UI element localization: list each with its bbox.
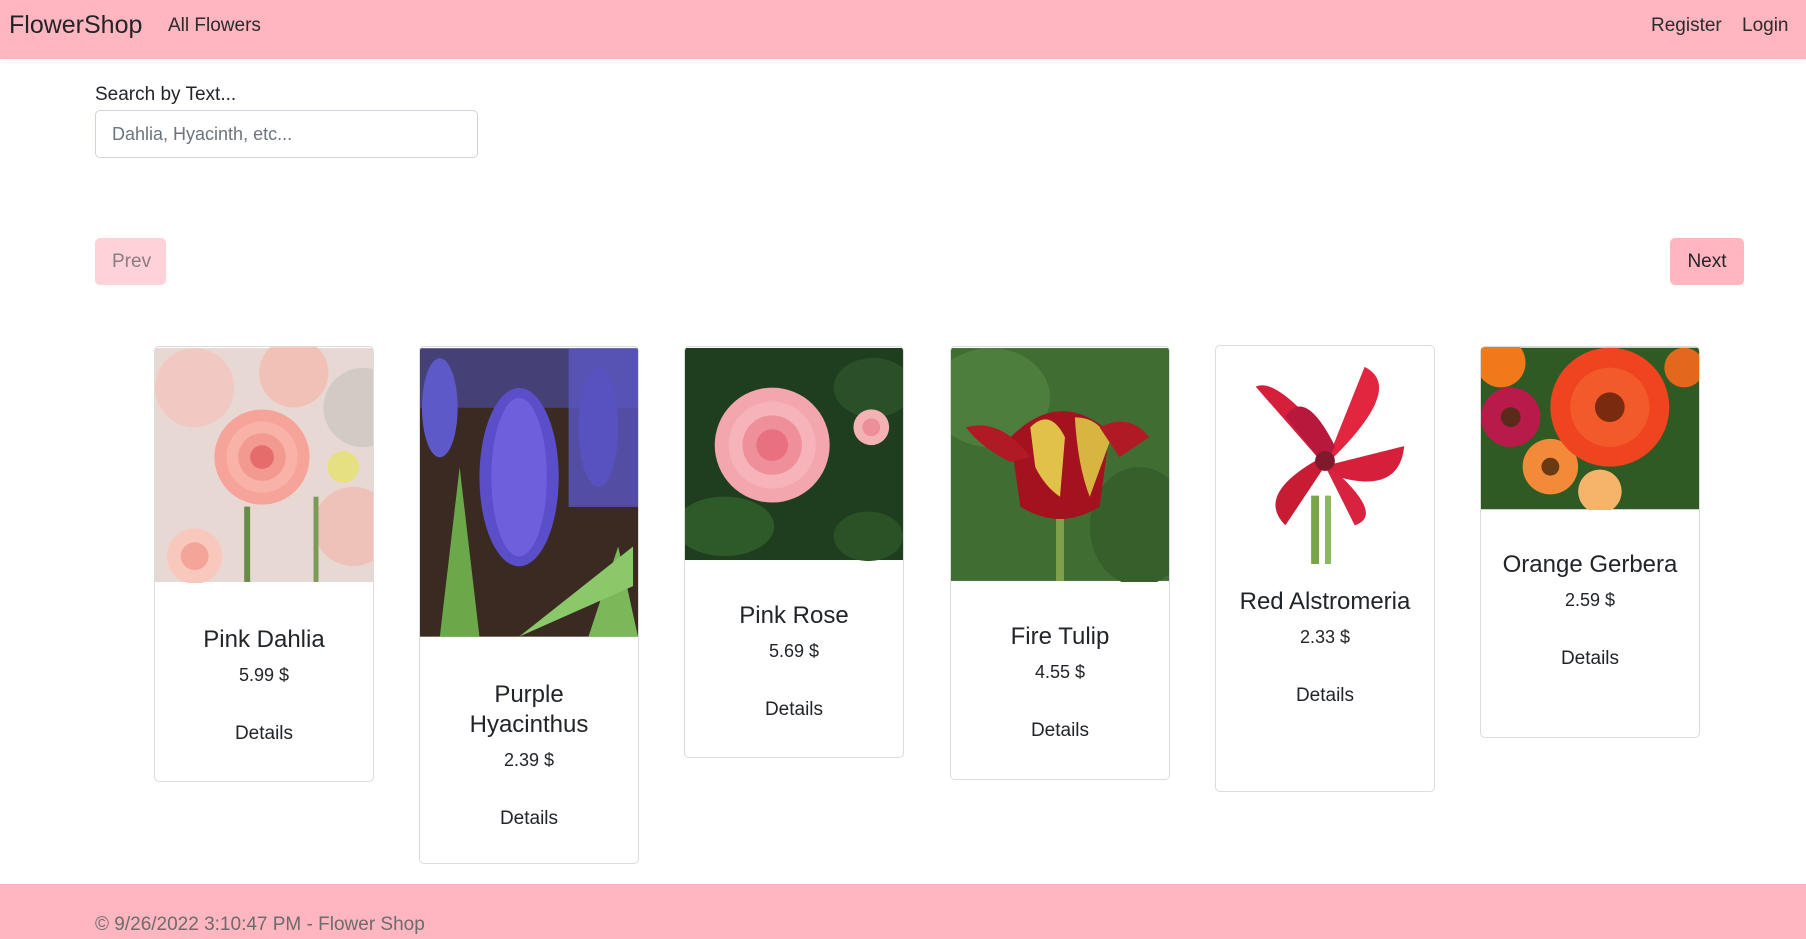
nav-all-flowers[interactable]: All Flowers (168, 15, 261, 37)
pink-rose-image (685, 347, 903, 561)
flower-card: Orange Gerbera 2.59 $ Details (1480, 346, 1700, 738)
details-link[interactable]: Details (1481, 648, 1699, 670)
nav-login[interactable]: Login (1742, 15, 1789, 37)
flower-card: Pink Dahlia 5.99 $ Details (154, 346, 374, 782)
nav-register[interactable]: Register (1651, 15, 1722, 37)
next-button[interactable]: Next (1670, 238, 1744, 285)
purple-hyacinth-image (420, 348, 638, 637)
flower-name: Red Alstromeria (1239, 588, 1411, 615)
search-input[interactable] (95, 110, 478, 158)
details-link[interactable]: Details (951, 720, 1169, 742)
brand-link[interactable]: FlowerShop (9, 11, 142, 40)
pink-dahlia-image (155, 347, 373, 583)
top-navbar: FlowerShop All Flowers Register Login (0, 0, 1806, 59)
orange-gerbera-image (1481, 347, 1699, 510)
flower-card: Fire Tulip 4.55 $ Details (950, 346, 1170, 780)
flower-price: 2.33 $ (1299, 627, 1351, 647)
fire-tulip-image (951, 348, 1169, 582)
flower-price: 2.59 $ (1564, 590, 1616, 610)
details-link[interactable]: Details (1216, 685, 1434, 707)
flower-card: Red Alstromeria 2.33 $ Details (1215, 345, 1435, 792)
flower-price: 2.39 $ (503, 750, 555, 770)
flower-name: Pink Dahlia (203, 626, 325, 653)
flower-price: 5.69 $ (768, 641, 820, 661)
flower-card: Purple Hyacinthus 2.39 $ Details (419, 346, 639, 864)
flower-card: Pink Rose 5.69 $ Details (684, 346, 904, 758)
details-link[interactable]: Details (420, 808, 638, 830)
details-link[interactable]: Details (685, 699, 903, 721)
flower-name: Pink Rose (739, 602, 849, 629)
details-link[interactable]: Details (155, 723, 373, 745)
flower-name: Purple Hyacinthus (469, 681, 589, 738)
flower-name: Fire Tulip (1010, 623, 1110, 650)
flower-price: 4.55 $ (1034, 662, 1086, 682)
prev-button[interactable]: Prev (95, 238, 166, 285)
footer: © 9/26/2022 3:10:47 PM - Flower Shop (0, 884, 1806, 939)
flower-price: 5.99 $ (238, 665, 290, 685)
red-alstroemeria-image (1216, 346, 1434, 565)
flower-name: Orange Gerbera (1502, 551, 1678, 578)
search-label: Search by Text... (95, 84, 237, 105)
footer-text: © 9/26/2022 3:10:47 PM - Flower Shop (95, 914, 425, 935)
